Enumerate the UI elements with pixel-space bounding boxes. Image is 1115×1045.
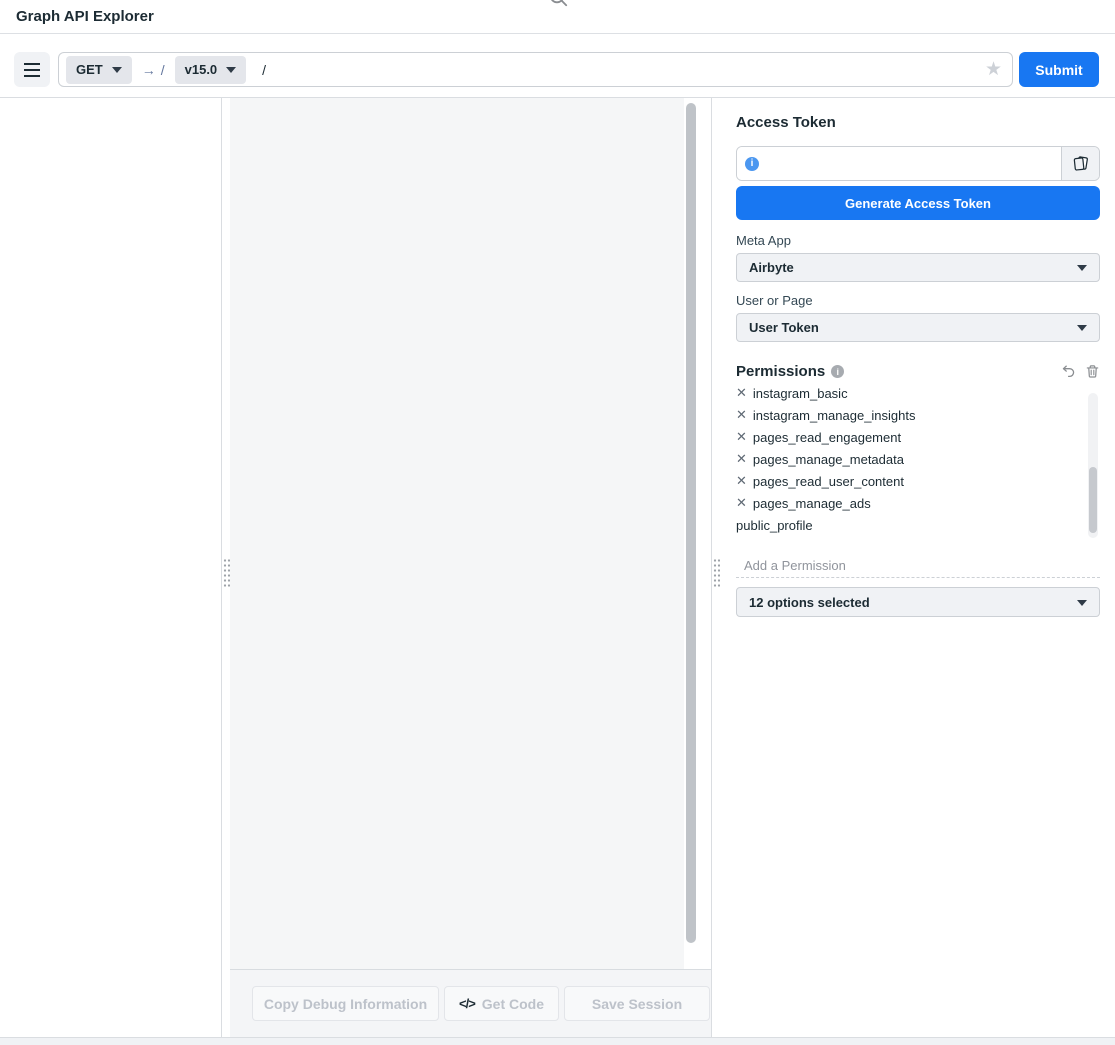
trash-icon[interactable] [1085, 364, 1100, 379]
user-or-page-label: User or Page [736, 293, 813, 308]
arrow-right-icon: → [142, 62, 156, 78]
field-tree-panel [0, 98, 222, 1037]
permission-label: pages_read_engagement [753, 430, 901, 445]
menu-icon [24, 63, 40, 65]
generate-access-token-button[interactable]: Generate Access Token [736, 186, 1100, 220]
remove-permission-icon[interactable]: ✕ [736, 429, 747, 445]
drag-handle-icon [713, 558, 720, 587]
search-icon[interactable] [548, 0, 570, 14]
chevron-down-icon [1077, 325, 1087, 331]
graph-api-explorer-page: Graph API Explorer GET → / v15.0 [0, 0, 1115, 1045]
code-icon: </> [459, 996, 475, 1011]
user-or-page-value: User Token [749, 320, 819, 335]
info-icon[interactable]: i [831, 365, 844, 378]
page-bottom-strip [0, 1037, 1115, 1045]
remove-permission-icon[interactable]: ✕ [736, 473, 747, 489]
panel-resizer-left[interactable] [222, 98, 230, 1037]
permissions-title: Permissions [736, 363, 825, 380]
chevron-down-icon [226, 67, 236, 73]
request-arrow: → / [142, 62, 165, 78]
api-version-dropdown[interactable]: v15.0 [175, 56, 247, 84]
permission-label: pages_manage_metadata [753, 452, 904, 467]
permission-label: pages_manage_ads [753, 496, 871, 511]
request-toolbar: GET → / v15.0 / ★ Submit [0, 34, 1115, 98]
remove-permission-icon[interactable]: ✕ [736, 451, 747, 467]
remove-permission-icon[interactable]: ✕ [736, 388, 747, 401]
meta-app-select[interactable]: Airbyte [736, 253, 1100, 282]
add-permission-input[interactable]: Add a Permission [736, 553, 1100, 578]
access-token-input[interactable]: i [737, 147, 1061, 180]
permission-item: ✕ pages_read_user_content [736, 470, 1084, 492]
user-or-page-select[interactable]: User Token [736, 313, 1100, 342]
permission-item: ✕ instagram_manage_insights [736, 404, 1084, 426]
permission-label: public_profile [736, 518, 813, 533]
response-content [230, 98, 684, 969]
chevron-down-icon [1077, 600, 1087, 606]
options-selected-value: 12 options selected [749, 595, 870, 610]
access-token-panel: Access Token i Generate Access Token Met… [720, 98, 1115, 1037]
permission-item: ✕ pages_manage_ads [736, 492, 1084, 514]
remove-permission-icon[interactable]: ✕ [736, 407, 747, 423]
api-version-value: v15.0 [185, 62, 218, 77]
permission-label: instagram_basic [753, 388, 848, 401]
permission-item: ✕ pages_manage_metadata [736, 448, 1084, 470]
remove-permission-icon[interactable]: ✕ [736, 495, 747, 511]
undo-icon[interactable] [1061, 364, 1076, 379]
permission-label: pages_read_user_content [753, 474, 904, 489]
menu-button[interactable] [14, 52, 50, 87]
permissions-scrollbar[interactable] [1089, 467, 1097, 533]
permissions-options-select[interactable]: 12 options selected [736, 587, 1100, 617]
save-session-button[interactable]: Save Session [564, 986, 710, 1021]
info-icon[interactable]: i [745, 157, 759, 171]
permission-item: ✕ instagram_basic [736, 388, 1084, 404]
meta-app-label: Meta App [736, 233, 791, 248]
slash-separator: / [161, 62, 165, 78]
chevron-down-icon [1077, 265, 1087, 271]
http-method-value: GET [76, 62, 103, 77]
get-code-button[interactable]: </> Get Code [444, 986, 559, 1021]
favorite-star-icon[interactable]: ★ [985, 60, 1002, 79]
access-token-field: i [736, 146, 1100, 181]
request-url-bar: GET → / v15.0 / ★ [58, 52, 1013, 87]
meta-app-value: Airbyte [749, 260, 794, 275]
response-footer: Copy Debug Information </> Get Code Save… [230, 970, 711, 1037]
permissions-actions [1061, 364, 1100, 379]
response-panel: Copy Debug Information </> Get Code Save… [230, 98, 712, 1037]
permissions-list: ✕ instagram_basic ✕ instagram_manage_ins… [736, 388, 1084, 540]
copy-icon [1071, 154, 1090, 173]
drag-handle-icon [223, 558, 230, 587]
permission-label: instagram_manage_insights [753, 408, 916, 423]
permission-item: public_profile [736, 514, 1084, 536]
permissions-header: Permissions i [736, 363, 1100, 380]
app-header: Graph API Explorer [0, 0, 1115, 34]
permission-item: ✕ pages_read_engagement [736, 426, 1084, 448]
request-path-input[interactable]: / [262, 62, 266, 78]
response-scrollbar[interactable] [686, 103, 696, 943]
main-area: Copy Debug Information </> Get Code Save… [0, 98, 1115, 1037]
http-method-dropdown[interactable]: GET [66, 56, 132, 84]
page-title: Graph API Explorer [16, 8, 154, 25]
submit-button[interactable]: Submit [1019, 52, 1099, 87]
copy-debug-information-button[interactable]: Copy Debug Information [252, 986, 439, 1021]
panel-resizer-right[interactable] [712, 98, 720, 1037]
response-viewport [230, 98, 711, 970]
access-token-title: Access Token [736, 114, 836, 131]
copy-token-button[interactable] [1061, 147, 1099, 180]
chevron-down-icon [112, 67, 122, 73]
